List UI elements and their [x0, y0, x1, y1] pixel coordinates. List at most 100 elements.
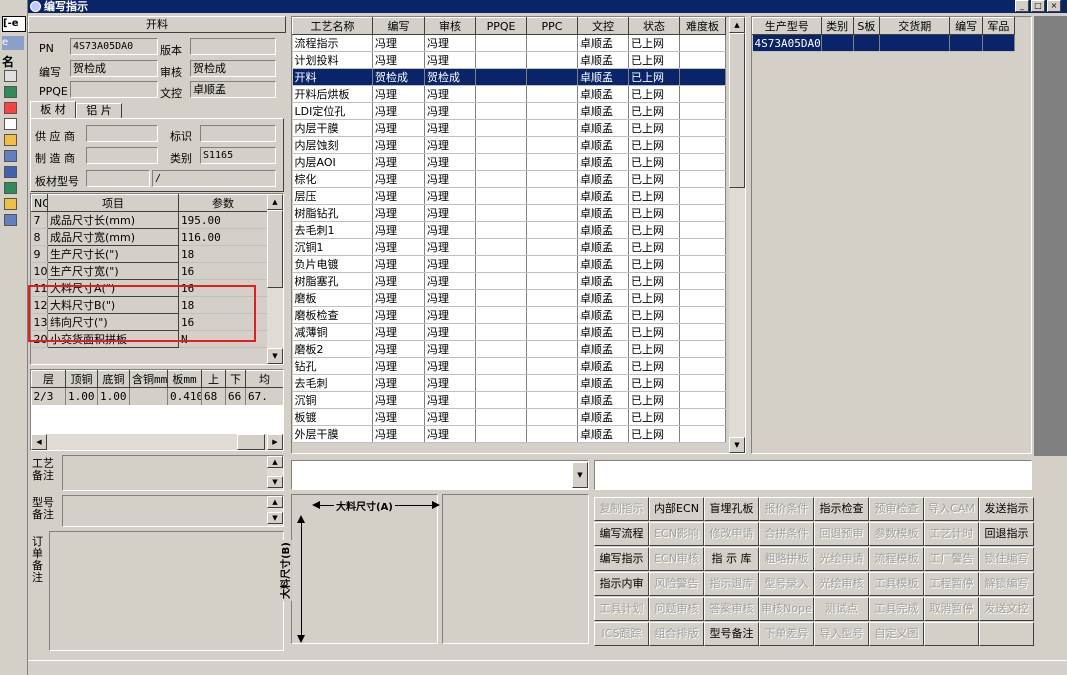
scroll-down-icon[interactable]: ▼ [267, 348, 283, 364]
param-value-cell[interactable]: 116.00 [178, 228, 268, 246]
model-header-cell[interactable]: 生产型号 [752, 17, 822, 35]
model-header-cell[interactable]: 类别 [820, 17, 854, 35]
model-note-field[interactable]: ▲ ▼ [62, 495, 284, 527]
action-button[interactable]: 型号备注 [704, 622, 759, 646]
process-row[interactable]: 负片电镀 冯理 冯理 卓顺孟 已上网 [292, 255, 726, 273]
action-button[interactable]: 型号录入 [759, 572, 814, 596]
writer-field[interactable]: 贺检成 [70, 60, 158, 77]
action-button[interactable]: 导入CAM [924, 497, 979, 521]
process-header-cell[interactable]: 审核 [424, 17, 476, 35]
param-row[interactable]: 8 成品尺寸宽(mm) 116.00 [31, 228, 268, 246]
sheet-icon[interactable] [4, 182, 17, 194]
scroll-right-icon[interactable]: ▶ [267, 434, 283, 450]
action-button[interactable]: 预审检查 [869, 497, 924, 521]
action-button[interactable]: 问题审核 [649, 597, 704, 621]
reviewer-field[interactable]: 贺检成 [190, 60, 276, 77]
monitor-icon[interactable] [4, 214, 17, 226]
excel-icon[interactable] [4, 86, 17, 98]
action-button[interactable]: 指示检查 [814, 497, 869, 521]
action-button[interactable]: 粗略拼板 [759, 547, 814, 571]
param-scrollbar[interactable]: ▲ ▼ [267, 194, 283, 364]
craft-note-field[interactable]: ▲ ▼ [62, 455, 284, 491]
action-button[interactable]: 发送指示 [979, 497, 1034, 521]
tab-aluminum[interactable]: 铝 片 [76, 103, 122, 119]
process-row[interactable]: 内层蚀刻 冯理 冯理 卓顺孟 已上网 [292, 136, 726, 154]
action-button[interactable]: 自定义图 [869, 622, 924, 646]
ppqe-field[interactable] [70, 81, 158, 98]
process-row[interactable]: 开料 贺检成 贺检成 卓顺孟 已上网 [292, 68, 726, 86]
action-button[interactable] [924, 622, 979, 646]
process-row[interactable]: 棕化 冯理 冯理 卓顺孟 已上网 [292, 170, 726, 188]
taskbar-second-label[interactable]: e [2, 36, 24, 50]
pn-field[interactable]: 4S73A05DA0 [70, 38, 158, 55]
model-header-cell[interactable]: 军品 [981, 17, 1016, 35]
action-button[interactable]: 工具模板 [869, 572, 924, 596]
category-field[interactable]: S1165 [200, 147, 276, 164]
action-button[interactable]: 回退指示 [979, 522, 1034, 546]
home-icon[interactable] [4, 70, 17, 82]
order-note-field[interactable] [49, 531, 284, 651]
process-row[interactable]: 磨板检查 冯理 冯理 卓顺孟 已上网 [292, 306, 726, 324]
process-row[interactable]: 磨板2 冯理 冯理 卓顺孟 已上网 [292, 340, 726, 358]
process-header-cell[interactable]: PPQE [475, 17, 527, 35]
action-button[interactable]: 修改申请 [704, 522, 759, 546]
grid-icon[interactable] [4, 134, 17, 146]
process-header-cell[interactable]: 状态 [628, 17, 680, 35]
param-row[interactable]: 12 大料尺寸B(") 18 [31, 296, 268, 314]
action-button[interactable]: 工艺计时 [924, 522, 979, 546]
process-header-cell[interactable]: PPC [526, 17, 578, 35]
action-button[interactable]: 指 示 库 [704, 547, 759, 571]
model-header-cell[interactable]: 编写 [949, 17, 983, 35]
scroll-down-icon[interactable]: ▼ [729, 437, 745, 453]
red-icon[interactable] [4, 102, 17, 114]
action-button[interactable]: 组合排版 [649, 622, 704, 646]
param-value-cell[interactable]: 16 [178, 262, 268, 280]
process-header-cell[interactable]: 编写 [372, 17, 425, 35]
scroll-up-icon[interactable]: ▲ [729, 17, 745, 33]
process-scroll-thumb[interactable] [729, 33, 745, 188]
pdf-icon[interactable] [4, 118, 17, 130]
action-button[interactable]: 风险警告 [649, 572, 704, 596]
param-row[interactable]: 13 纬向尺寸(") 16 [31, 313, 268, 331]
process-row[interactable]: 磨板 冯理 冯理 卓顺孟 已上网 [292, 289, 726, 307]
process-row[interactable]: 内层干膜 冯理 冯理 卓顺孟 已上网 [292, 119, 726, 137]
word-icon[interactable] [4, 166, 17, 178]
action-button[interactable]: 报价条件 [759, 497, 814, 521]
action-button[interactable]: 锁住编写 [979, 547, 1034, 571]
param-value-cell[interactable]: 195.00 [178, 211, 268, 229]
process-row[interactable]: 沉铜1 冯理 冯理 卓顺孟 已上网 [292, 238, 726, 256]
action-button[interactable]: 指示退库 [704, 572, 759, 596]
action-button[interactable]: 解锁编写 [979, 572, 1034, 596]
process-row[interactable]: 去毛刺 冯理 冯理 卓顺孟 已上网 [292, 374, 726, 392]
model-header-cell[interactable]: S板 [852, 17, 880, 35]
action-button[interactable]: 导入型号 [814, 622, 869, 646]
param-value-cell[interactable]: 18 [178, 296, 268, 314]
action-button[interactable]: 测试点 [814, 597, 869, 621]
process-row[interactable]: 计划投料 冯理 冯理 卓顺孟 已上网 [292, 51, 726, 69]
param-value-cell[interactable]: 18 [178, 245, 268, 263]
action-button[interactable]: 内部ECN [649, 497, 704, 521]
layer-row[interactable]: 2/3 1.00 1.00 0.410 68 66 67. [31, 387, 283, 405]
param-value-cell[interactable]: 16 [178, 279, 268, 297]
action-button[interactable]: 参数模板 [869, 522, 924, 546]
process-header-cell[interactable]: 工艺名称 [292, 17, 373, 35]
process-row[interactable]: 开料后烘板 冯理 冯理 卓顺孟 已上网 [292, 85, 726, 103]
process-row[interactable]: 外层干膜 冯理 冯理 卓顺孟 已上网 [292, 425, 726, 443]
close-icon[interactable]: × [1047, 0, 1061, 12]
scroll-thumb[interactable] [267, 210, 283, 288]
action-button[interactable]: 回退预审 [814, 522, 869, 546]
tab-board[interactable]: 板 材 [30, 101, 76, 119]
action-button[interactable]: 编写流程 [594, 522, 649, 546]
info-field[interactable] [594, 460, 1032, 490]
action-button[interactable] [979, 622, 1034, 646]
minimize-icon[interactable]: _ [1015, 0, 1029, 12]
process-header-cell[interactable]: 难度板 [679, 17, 726, 35]
process-row[interactable]: 板镀 冯理 冯理 卓顺孟 已上网 [292, 408, 726, 426]
hscroll-thumb[interactable] [237, 434, 265, 450]
model-note-scrollbar[interactable]: ▲ ▼ [267, 496, 283, 526]
action-button[interactable]: 发送文控 [979, 597, 1034, 621]
process-row[interactable]: 钻孔 冯理 冯理 卓顺孟 已上网 [292, 357, 726, 375]
action-button[interactable]: 光绘审核 [814, 572, 869, 596]
action-button[interactable]: 指示内审 [594, 572, 649, 596]
process-row[interactable]: 内层AOI 冯理 冯理 卓顺孟 已上网 [292, 153, 726, 171]
